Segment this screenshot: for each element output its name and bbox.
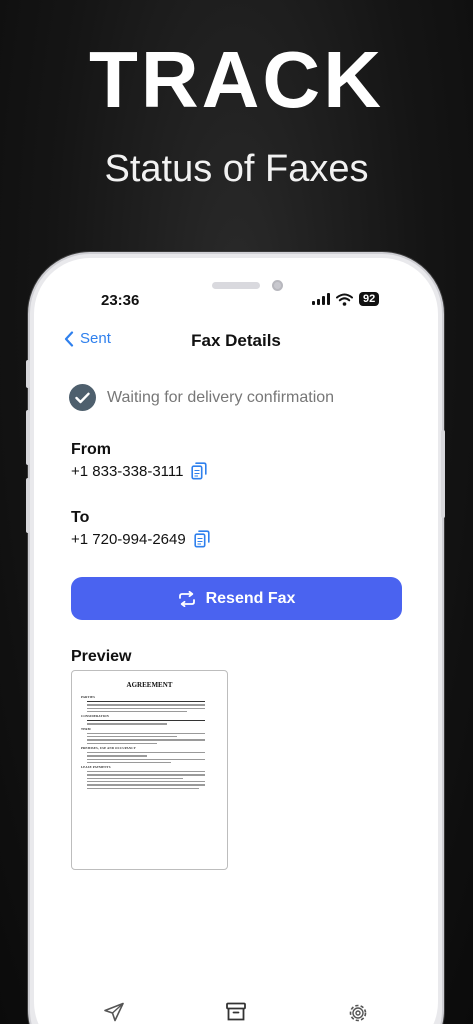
send-icon[interactable] bbox=[103, 1002, 125, 1022]
from-number: +1 833-338-3111 bbox=[71, 462, 184, 480]
repeat-icon bbox=[178, 590, 195, 607]
signal-icon bbox=[312, 293, 330, 305]
tab-bar bbox=[34, 1002, 438, 1024]
from-row: +1 833-338-3111 bbox=[71, 462, 208, 480]
phone-side-button bbox=[26, 410, 30, 465]
status-time: 23:36 bbox=[101, 292, 140, 309]
document-section-heading: CONSIDERATION bbox=[81, 714, 110, 719]
phone-speaker bbox=[212, 282, 260, 289]
document-title: AGREEMENT bbox=[126, 681, 173, 689]
delivery-status: Waiting for delivery confirmation bbox=[69, 384, 334, 411]
document-section-heading: PARTIES bbox=[81, 695, 96, 699]
to-number: +1 720-994-2649 bbox=[71, 530, 186, 548]
from-label: From bbox=[71, 441, 111, 458]
copy-icon[interactable] bbox=[194, 530, 210, 548]
document-section-heading: LEASE PAYMENTS bbox=[81, 765, 111, 770]
check-circle-icon bbox=[69, 384, 96, 411]
battery-indicator: 92 bbox=[359, 292, 380, 306]
resend-fax-label: Resend Fax bbox=[205, 589, 296, 607]
copy-icon[interactable] bbox=[191, 462, 208, 480]
promo-headline: TRACK bbox=[89, 35, 384, 124]
resend-fax-button[interactable]: Resend Fax bbox=[71, 577, 402, 620]
phone-camera bbox=[272, 280, 283, 291]
phone-side-button bbox=[26, 360, 30, 388]
wifi-icon bbox=[336, 293, 353, 306]
to-row: +1 720-994-2649 bbox=[71, 530, 210, 548]
preview-label: Preview bbox=[71, 648, 132, 665]
app-screen: 23:36 92 Sent Fax Details Waiting for de… bbox=[34, 258, 438, 1024]
phone-side-button bbox=[26, 478, 30, 533]
promo-subline: Status of Faxes bbox=[104, 148, 369, 190]
status-icons: 92 bbox=[312, 292, 380, 306]
archive-icon[interactable] bbox=[225, 1002, 247, 1022]
document-section-heading: TERM bbox=[81, 726, 91, 731]
document-preview[interactable]: AGREEMENT PARTIES CONSIDERATION TERM PRE… bbox=[71, 670, 228, 870]
phone-side-button bbox=[441, 430, 445, 518]
page-title: Fax Details bbox=[191, 331, 281, 350]
document-section-heading: PREMISES, USE AND OCCUPANCY bbox=[81, 745, 137, 750]
to-label: To bbox=[71, 509, 90, 526]
gear-icon[interactable] bbox=[347, 1002, 369, 1024]
nav-bar: Sent Fax Details bbox=[34, 330, 438, 354]
delivery-status-text: Waiting for delivery confirmation bbox=[107, 388, 335, 406]
